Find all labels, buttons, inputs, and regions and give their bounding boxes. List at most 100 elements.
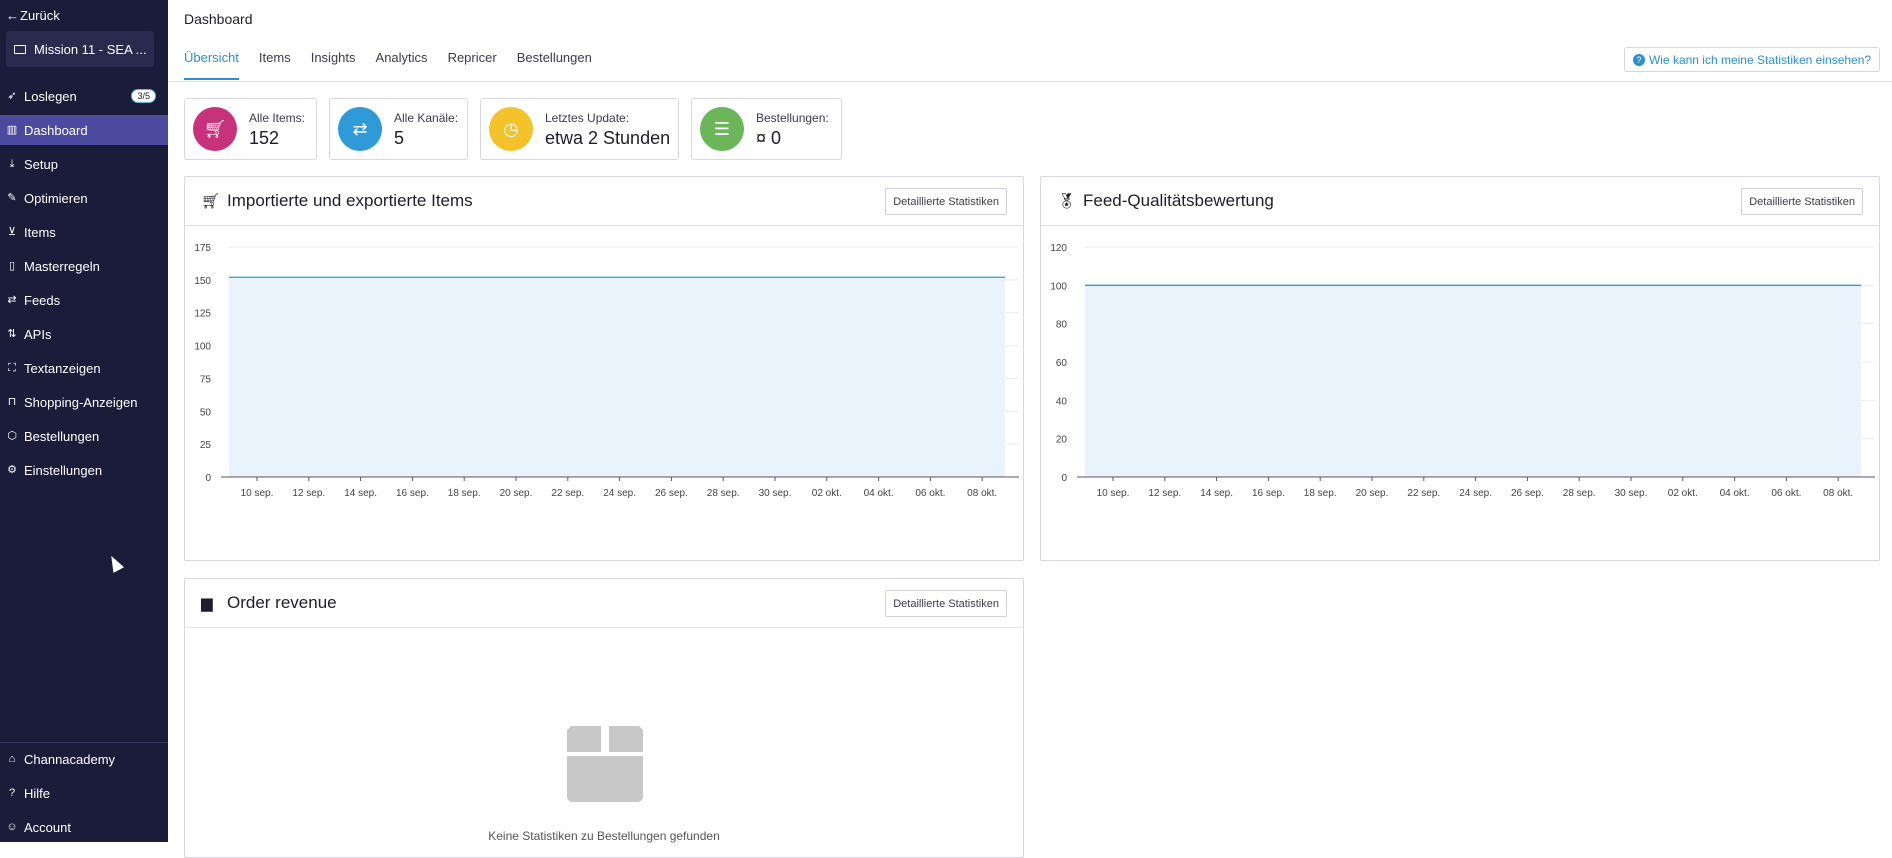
x-tick-label: 20 sep. — [1356, 488, 1389, 499]
empty-box-icon — [567, 726, 643, 802]
sidebar-item-label: Hilfe — [24, 785, 51, 801]
detailed-statistics-button[interactable]: Detaillierte Statistiken — [1741, 188, 1863, 215]
x-tick-label: 16 sep. — [396, 488, 429, 499]
sidebar-item-label: Channacademy — [24, 751, 116, 767]
series-area — [229, 277, 1005, 477]
card-header: ▆ Order revenue Detaillierte Statistiken — [185, 579, 1023, 628]
y-tick-label: 150 — [194, 276, 211, 287]
sidebar-divider — [0, 742, 168, 743]
statistics-help-button[interactable]: ? Wie kann ich meine Statistiken einsehe… — [1624, 47, 1880, 72]
medal-icon: 🏅︎ — [1057, 193, 1077, 210]
sidebar-item-label: Setup — [24, 156, 58, 172]
sidebar-item-label: Shopping-Anzeigen — [24, 394, 138, 410]
card-header: 🛒︎ Importierte und exportierte Items Det… — [185, 177, 1023, 226]
arrows-exchange-icon: ⇄ — [7, 293, 17, 306]
x-tick-label: 10 sep. — [241, 488, 274, 499]
tab-insights[interactable]: Insights — [311, 50, 356, 80]
sidebar-item-label: Dashboard — [24, 122, 88, 138]
tab-repricer[interactable]: Repricer — [448, 50, 497, 80]
x-tick-label: 30 sep. — [1615, 488, 1648, 499]
x-tick-label: 30 sep. — [759, 488, 792, 499]
arrows-updown-icon: ⇅ — [7, 327, 17, 340]
stat-card-channels: ⇄ Alle Kanäle: 5 — [329, 98, 468, 160]
x-tick-label: 28 sep. — [1563, 488, 1596, 499]
tab-uebersicht[interactable]: Übersicht — [184, 50, 239, 80]
project-selector[interactable]: Mission 11 - SEA ... — [6, 31, 154, 67]
stat-value: ¤ 0 — [756, 128, 782, 148]
quality-chart: 0 20 40 60 80 100 120 10 sep. 12 sep. 14 sep. 16 s… — [1050, 243, 1875, 499]
cart-icon: ⊻ — [7, 225, 17, 238]
y-tick-label: 125 — [194, 309, 211, 320]
x-tick-label: 22 sep. — [551, 488, 584, 499]
list-icon: ☰ — [700, 107, 744, 151]
y-tick-label: 100 — [194, 342, 211, 353]
y-tick-label: 20 — [1056, 435, 1068, 446]
x-tick-label: 10 sep. — [1097, 488, 1130, 499]
sidebar-item-textanzeigen[interactable]: ⛶ Textanzeigen — [0, 353, 168, 383]
help-label: Wie kann ich meine Statistiken einsehen? — [1648, 52, 1872, 67]
sidebar-item-label: Bestellungen — [24, 428, 100, 444]
user-icon: ☺ — [6, 820, 18, 833]
sidebar-item-masterregeln[interactable]: ▯ Masterregeln — [0, 251, 168, 281]
sidebar-item-setup[interactable]: ⤓ Setup — [0, 149, 168, 179]
sidebar-item-label: Feeds — [24, 292, 61, 308]
magic-wand-icon: ✎ — [7, 191, 17, 204]
sidebar-item-optimieren[interactable]: ✎ Optimieren — [0, 183, 168, 213]
card-title: ▆ Order revenue — [201, 593, 337, 613]
x-tick-label: 24 sep. — [603, 488, 636, 499]
rocket-icon: ➶ — [7, 89, 17, 102]
sidebar-item-apis[interactable]: ⇅ APIs — [0, 319, 168, 349]
stat-card-items: 🛒︎ Alle Items: 152 — [184, 98, 317, 160]
sidebar-item-loslegen[interactable]: ➶ Loslegen 3/5 — [0, 81, 168, 111]
mouse-cursor-icon — [105, 553, 125, 573]
items-chart: 0 25 50 75 100 125 150 175 10 sep. 12 sep. 14 sep.… — [194, 243, 1019, 499]
series-area — [1085, 285, 1861, 477]
tab-bar: Übersicht Items Insights Analytics Repri… — [184, 50, 612, 80]
sidebar-item-dashboard[interactable]: ▥ Dashboard — [0, 115, 168, 145]
stat-value: 5 — [394, 128, 405, 148]
tab-analytics[interactable]: Analytics — [376, 50, 428, 80]
back-label: Zurück — [20, 7, 60, 23]
x-tick-label: 04 okt. — [864, 488, 894, 499]
x-tick-label: 12 sep. — [292, 488, 325, 499]
tab-bestellungen[interactable]: Bestellungen — [517, 50, 592, 80]
x-tick-label: 06 okt. — [915, 488, 945, 499]
box-icon: ⬡ — [7, 429, 17, 442]
cart-icon: 🛒︎ — [193, 107, 237, 151]
sidebar-item-einstellungen[interactable]: ⚙ Einstellungen — [0, 455, 168, 485]
x-tick-label: 24 sep. — [1459, 488, 1492, 499]
box-icon: ▆ — [201, 595, 213, 612]
sidebar-item-channacademy[interactable]: ⌂ Channacademy — [0, 744, 168, 774]
sidebar-item-label: APIs — [24, 326, 52, 342]
x-tick-label: 12 sep. — [1148, 488, 1181, 499]
x-tick-label: 18 sep. — [1304, 488, 1337, 499]
detailed-statistics-button[interactable]: Detaillierte Statistiken — [885, 188, 1007, 215]
x-tick-label: 02 okt. — [812, 488, 842, 499]
sidebar-item-hilfe[interactable]: ? Hilfe — [0, 778, 168, 808]
y-tick-label: 0 — [1061, 473, 1067, 484]
y-tick-label: 100 — [1050, 281, 1067, 292]
back-link[interactable]: ← Zurück — [6, 6, 60, 24]
empty-state-text: Keine Statistiken zu Bestellungen gefund… — [488, 829, 720, 843]
folder-icon — [14, 44, 26, 54]
quality-chart-card: 🏅︎ Feed-Qualitätsbewertung Detaillierte … — [1040, 176, 1880, 561]
stat-card-orders: ☰ Bestellungen: ¤ 0 — [691, 98, 842, 160]
sidebar-item-label: Textanzeigen — [24, 360, 101, 376]
order-revenue-title: Order revenue — [227, 593, 337, 612]
sidebar-item-account[interactable]: ☺ Account — [0, 812, 168, 842]
x-tick-label: 08 okt. — [967, 488, 997, 499]
detailed-statistics-button[interactable]: Detaillierte Statistiken — [885, 590, 1007, 617]
y-tick-label: 50 — [200, 407, 212, 418]
sidebar-item-items[interactable]: ⊻ Items — [0, 217, 168, 247]
sidebar-item-feeds[interactable]: ⇄ Feeds — [0, 285, 168, 315]
x-tick-label: 08 okt. — [1823, 488, 1853, 499]
stat-label: Letztes Update: — [545, 111, 630, 125]
tab-items[interactable]: Items — [259, 50, 291, 80]
x-tick-label: 20 sep. — [500, 488, 533, 499]
sidebar-item-label: Loslegen — [24, 88, 77, 104]
sidebar-item-bestellungen[interactable]: ⬡ Bestellungen — [0, 421, 168, 451]
stat-label: Alle Items: — [249, 111, 306, 125]
x-tick-label: 26 sep. — [655, 488, 688, 499]
sidebar-item-shopping-anzeigen[interactable]: ⊓ Shopping-Anzeigen — [0, 387, 168, 417]
stat-label: Alle Kanäle: — [394, 111, 459, 125]
